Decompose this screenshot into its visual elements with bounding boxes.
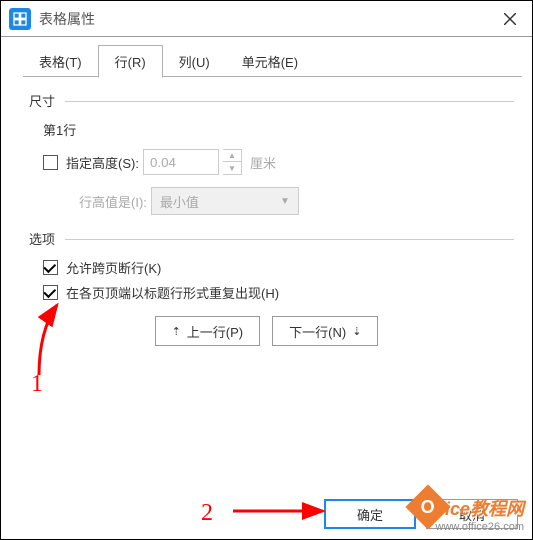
size-legend: 尺寸 [29, 91, 504, 110]
arrow-down-icon: ⇣ [352, 325, 361, 338]
tab-strip: 表格(T) 行(R) 列(U) 单元格(E) [1, 37, 532, 77]
options-section: 选项 允许跨页断行(K) 在各页顶端以标题行形式重复出现(H) [29, 229, 504, 302]
row-height-is-label: 行高值是(I): [79, 192, 147, 211]
dialog-title: 表格属性 [39, 9, 95, 29]
height-unit: 厘米 [250, 153, 276, 172]
dialog-content: 尺寸 第1行 指定高度(S): ▲ ▼ 厘米 行高值是(I): 最小值 ▼ [1, 77, 532, 356]
repeat-header-checkbox[interactable] [43, 285, 58, 300]
first-row-label: 第1行 [43, 120, 504, 139]
prev-row-button[interactable]: ⇡ 上一行(P) [155, 316, 261, 346]
tab-column[interactable]: 列(U) [163, 46, 226, 77]
row-nav: ⇡ 上一行(P) 下一行(N) ⇣ [29, 316, 504, 346]
arrow-up-icon: ⇡ [172, 325, 181, 338]
row-height-is-select: 最小值 ▼ [151, 187, 299, 215]
ok-button[interactable]: 确定 [324, 499, 416, 529]
next-row-button[interactable]: 下一行(N) ⇣ [272, 316, 378, 346]
allow-break-checkbox[interactable] [43, 260, 58, 275]
annotation-label-2: 2 [201, 500, 213, 527]
app-icon [9, 8, 31, 30]
dialog-footer: 确定 取消 [324, 499, 518, 529]
close-button[interactable] [488, 1, 532, 37]
tab-table[interactable]: 表格(T) [23, 46, 98, 77]
height-spinner: ▲ ▼ [223, 149, 242, 175]
height-input [143, 149, 219, 175]
annotation-arrow-2 [229, 497, 329, 527]
annotation-label-1: 1 [31, 371, 43, 398]
annotation-arrow-1 [31, 301, 71, 381]
options-legend: 选项 [29, 229, 504, 248]
size-section: 尺寸 第1行 指定高度(S): ▲ ▼ 厘米 行高值是(I): 最小值 ▼ [29, 91, 504, 215]
allow-break-label: 允许跨页断行(K) [66, 258, 161, 277]
chevron-down-icon: ▼ [223, 162, 241, 174]
cancel-button[interactable]: 取消 [426, 499, 518, 529]
repeat-header-label: 在各页顶端以标题行形式重复出现(H) [66, 283, 279, 302]
specify-height-label: 指定高度(S): [66, 153, 139, 172]
title-bar: 表格属性 [1, 1, 532, 37]
tab-row[interactable]: 行(R) [98, 45, 163, 78]
close-icon [504, 13, 516, 25]
specify-height-checkbox[interactable] [43, 155, 58, 170]
chevron-down-icon: ▼ [280, 196, 290, 207]
chevron-up-icon: ▲ [223, 150, 241, 162]
tab-cell[interactable]: 单元格(E) [226, 46, 314, 77]
